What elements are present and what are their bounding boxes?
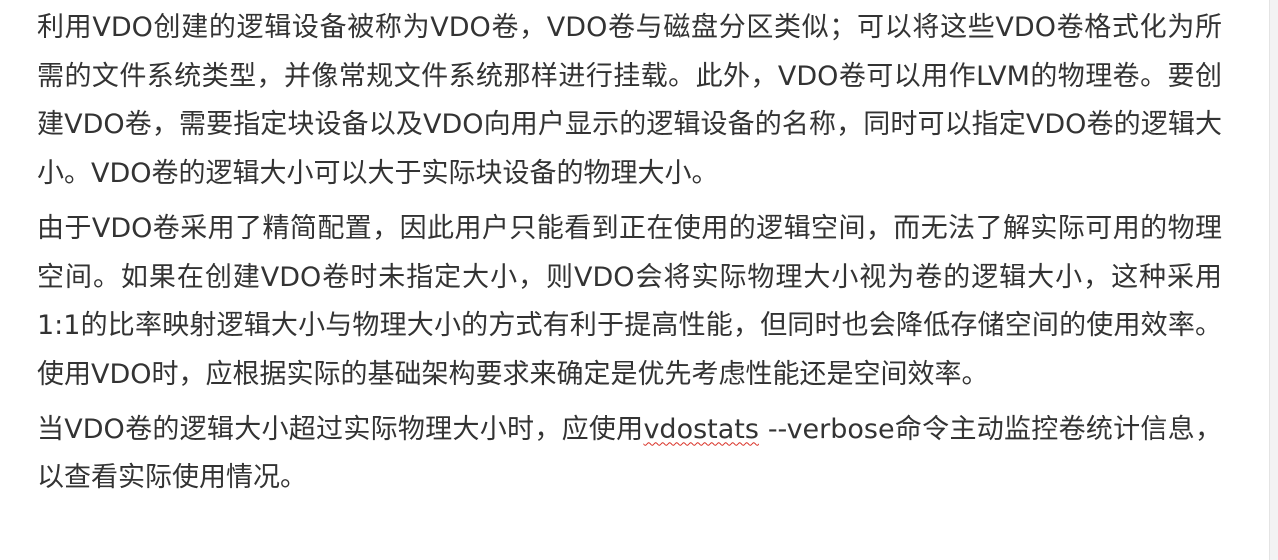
paragraph-monitoring-lead: 当VDO卷的逻辑大小超过实际物理大小时，应使用	[37, 413, 644, 445]
paragraph-monitoring: 当VDO卷的逻辑大小超过实际物理大小时，应使用vdostats --verbos…	[37, 406, 1222, 503]
vdostats-command: vdostats	[643, 413, 759, 445]
paragraph-thin-provisioning: 由于VDO卷采用了精简配置，因此用户只能看到正在使用的逻辑空间，而无法了解实际可…	[37, 212, 1222, 390]
document-page: 利用VDO创建的逻辑设备被称为VDO卷，VDO卷与磁盘分区类似；可以将这些VDO…	[0, 0, 1278, 560]
document-body: 利用VDO创建的逻辑设备被称为VDO卷，VDO卷与磁盘分区类似；可以将这些VDO…	[37, 4, 1222, 509]
paragraph-vdo-volumes: 利用VDO创建的逻辑设备被称为VDO卷，VDO卷与磁盘分区类似；可以将这些VDO…	[37, 12, 1222, 190]
vertical-scrollbar[interactable]	[1269, 0, 1278, 560]
